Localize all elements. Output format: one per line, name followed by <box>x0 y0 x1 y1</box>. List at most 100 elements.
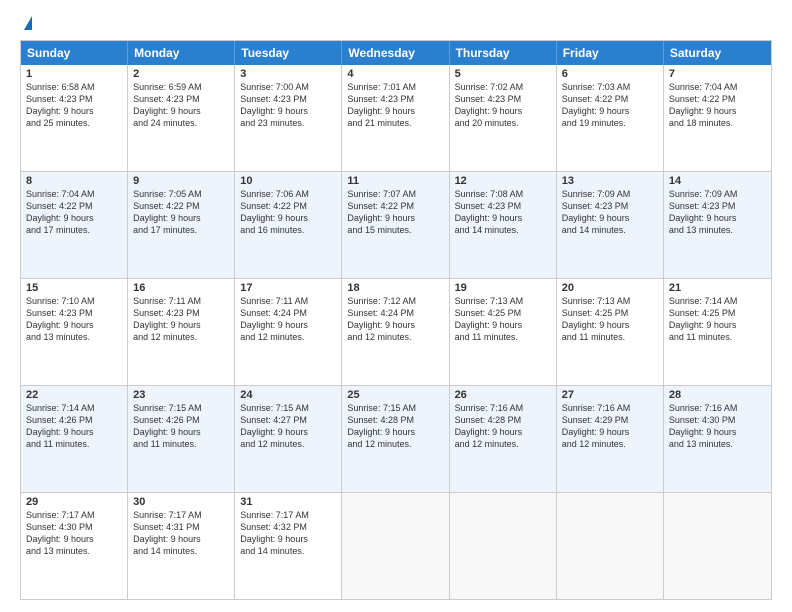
day-number: 19 <box>455 282 551 294</box>
cell-info-line: and 14 minutes. <box>133 545 229 557</box>
cell-info-line: Sunset: 4:22 PM <box>26 200 122 212</box>
day-cell-25: 25Sunrise: 7:15 AMSunset: 4:28 PMDayligh… <box>342 386 449 492</box>
day-cell-9: 9Sunrise: 7:05 AMSunset: 4:22 PMDaylight… <box>128 172 235 278</box>
cell-info-line: and 11 minutes. <box>669 331 766 343</box>
day-number: 26 <box>455 389 551 401</box>
calendar-body: 1Sunrise: 6:58 AMSunset: 4:23 PMDaylight… <box>21 65 771 599</box>
cell-info-line: and 18 minutes. <box>669 117 766 129</box>
cell-info-line: and 13 minutes. <box>26 331 122 343</box>
cell-info-line: Sunrise: 7:17 AM <box>26 509 122 521</box>
empty-cell <box>450 493 557 599</box>
day-number: 31 <box>240 496 336 508</box>
cell-info-line: Sunrise: 7:12 AM <box>347 295 443 307</box>
day-cell-20: 20Sunrise: 7:13 AMSunset: 4:25 PMDayligh… <box>557 279 664 385</box>
cell-info-line: Sunrise: 7:02 AM <box>455 81 551 93</box>
day-cell-24: 24Sunrise: 7:15 AMSunset: 4:27 PMDayligh… <box>235 386 342 492</box>
day-cell-14: 14Sunrise: 7:09 AMSunset: 4:23 PMDayligh… <box>664 172 771 278</box>
calendar-row-2: 8Sunrise: 7:04 AMSunset: 4:22 PMDaylight… <box>21 171 771 278</box>
cell-info-line: and 19 minutes. <box>562 117 658 129</box>
cell-info-line: Sunrise: 7:17 AM <box>240 509 336 521</box>
cell-info-line: Sunset: 4:23 PM <box>455 93 551 105</box>
cell-info-line: and 14 minutes. <box>455 224 551 236</box>
day-cell-15: 15Sunrise: 7:10 AMSunset: 4:23 PMDayligh… <box>21 279 128 385</box>
day-number: 28 <box>669 389 766 401</box>
cell-info-line: and 11 minutes. <box>562 331 658 343</box>
day-number: 12 <box>455 175 551 187</box>
cell-info-line: Sunset: 4:23 PM <box>26 93 122 105</box>
cell-info-line: and 11 minutes. <box>26 438 122 450</box>
calendar-row-3: 15Sunrise: 7:10 AMSunset: 4:23 PMDayligh… <box>21 278 771 385</box>
cell-info-line: Daylight: 9 hours <box>562 212 658 224</box>
cell-info-line: and 17 minutes. <box>26 224 122 236</box>
cell-info-line: Sunrise: 7:13 AM <box>455 295 551 307</box>
cell-info-line: Sunset: 4:23 PM <box>133 307 229 319</box>
day-number: 24 <box>240 389 336 401</box>
cell-info-line: Sunset: 4:29 PM <box>562 414 658 426</box>
day-cell-21: 21Sunrise: 7:14 AMSunset: 4:25 PMDayligh… <box>664 279 771 385</box>
cell-info-line: Daylight: 9 hours <box>562 105 658 117</box>
cell-info-line: Daylight: 9 hours <box>240 319 336 331</box>
cell-info-line: Sunset: 4:22 PM <box>562 93 658 105</box>
cell-info-line: and 20 minutes. <box>455 117 551 129</box>
day-number: 1 <box>26 68 122 80</box>
day-cell-18: 18Sunrise: 7:12 AMSunset: 4:24 PMDayligh… <box>342 279 449 385</box>
cell-info-line: Sunset: 4:32 PM <box>240 521 336 533</box>
cell-info-line: and 25 minutes. <box>26 117 122 129</box>
cell-info-line: and 12 minutes. <box>240 438 336 450</box>
day-cell-26: 26Sunrise: 7:16 AMSunset: 4:28 PMDayligh… <box>450 386 557 492</box>
day-cell-12: 12Sunrise: 7:08 AMSunset: 4:23 PMDayligh… <box>450 172 557 278</box>
cell-info-line: and 12 minutes. <box>240 331 336 343</box>
day-number: 30 <box>133 496 229 508</box>
calendar-row-1: 1Sunrise: 6:58 AMSunset: 4:23 PMDaylight… <box>21 65 771 171</box>
cell-info-line: Sunrise: 7:13 AM <box>562 295 658 307</box>
day-number: 27 <box>562 389 658 401</box>
cell-info-line: Sunset: 4:31 PM <box>133 521 229 533</box>
day-cell-8: 8Sunrise: 7:04 AMSunset: 4:22 PMDaylight… <box>21 172 128 278</box>
day-cell-31: 31Sunrise: 7:17 AMSunset: 4:32 PMDayligh… <box>235 493 342 599</box>
cell-info-line: Daylight: 9 hours <box>347 105 443 117</box>
cell-info-line: Daylight: 9 hours <box>133 533 229 545</box>
calendar-row-4: 22Sunrise: 7:14 AMSunset: 4:26 PMDayligh… <box>21 385 771 492</box>
cell-info-line: and 12 minutes. <box>347 438 443 450</box>
cell-info-line: Sunrise: 7:16 AM <box>562 402 658 414</box>
cell-info-line: Daylight: 9 hours <box>26 212 122 224</box>
day-cell-28: 28Sunrise: 7:16 AMSunset: 4:30 PMDayligh… <box>664 386 771 492</box>
cell-info-line: Daylight: 9 hours <box>455 105 551 117</box>
cell-info-line: Daylight: 9 hours <box>133 105 229 117</box>
day-cell-1: 1Sunrise: 6:58 AMSunset: 4:23 PMDaylight… <box>21 65 128 171</box>
cell-info-line: Sunset: 4:23 PM <box>455 200 551 212</box>
cell-info-line: and 16 minutes. <box>240 224 336 236</box>
cell-info-line: and 13 minutes. <box>669 438 766 450</box>
cell-info-line: Sunset: 4:25 PM <box>455 307 551 319</box>
cell-info-line: Sunrise: 7:00 AM <box>240 81 336 93</box>
cell-info-line: Daylight: 9 hours <box>240 105 336 117</box>
cell-info-line: Sunrise: 7:16 AM <box>455 402 551 414</box>
cell-info-line: Daylight: 9 hours <box>240 426 336 438</box>
day-cell-10: 10Sunrise: 7:06 AMSunset: 4:22 PMDayligh… <box>235 172 342 278</box>
cell-info-line: Daylight: 9 hours <box>669 105 766 117</box>
day-number: 8 <box>26 175 122 187</box>
cell-info-line: Daylight: 9 hours <box>669 212 766 224</box>
cell-info-line: and 14 minutes. <box>240 545 336 557</box>
empty-cell <box>664 493 771 599</box>
day-number: 16 <box>133 282 229 294</box>
header-day-saturday: Saturday <box>664 41 771 65</box>
day-cell-3: 3Sunrise: 7:00 AMSunset: 4:23 PMDaylight… <box>235 65 342 171</box>
cell-info-line: and 14 minutes. <box>562 224 658 236</box>
day-cell-13: 13Sunrise: 7:09 AMSunset: 4:23 PMDayligh… <box>557 172 664 278</box>
day-number: 2 <box>133 68 229 80</box>
cell-info-line: and 15 minutes. <box>347 224 443 236</box>
page: SundayMondayTuesdayWednesdayThursdayFrid… <box>0 0 792 612</box>
cell-info-line: Sunset: 4:23 PM <box>240 93 336 105</box>
day-cell-16: 16Sunrise: 7:11 AMSunset: 4:23 PMDayligh… <box>128 279 235 385</box>
cell-info-line: Daylight: 9 hours <box>562 426 658 438</box>
cell-info-line: Sunrise: 6:58 AM <box>26 81 122 93</box>
cell-info-line: and 24 minutes. <box>133 117 229 129</box>
empty-cell <box>557 493 664 599</box>
cell-info-line: Daylight: 9 hours <box>26 426 122 438</box>
cell-info-line: Sunset: 4:22 PM <box>347 200 443 212</box>
cell-info-line: and 12 minutes. <box>347 331 443 343</box>
cell-info-line: and 12 minutes. <box>455 438 551 450</box>
cell-info-line: Sunset: 4:28 PM <box>347 414 443 426</box>
logo-triangle-icon <box>24 16 32 30</box>
